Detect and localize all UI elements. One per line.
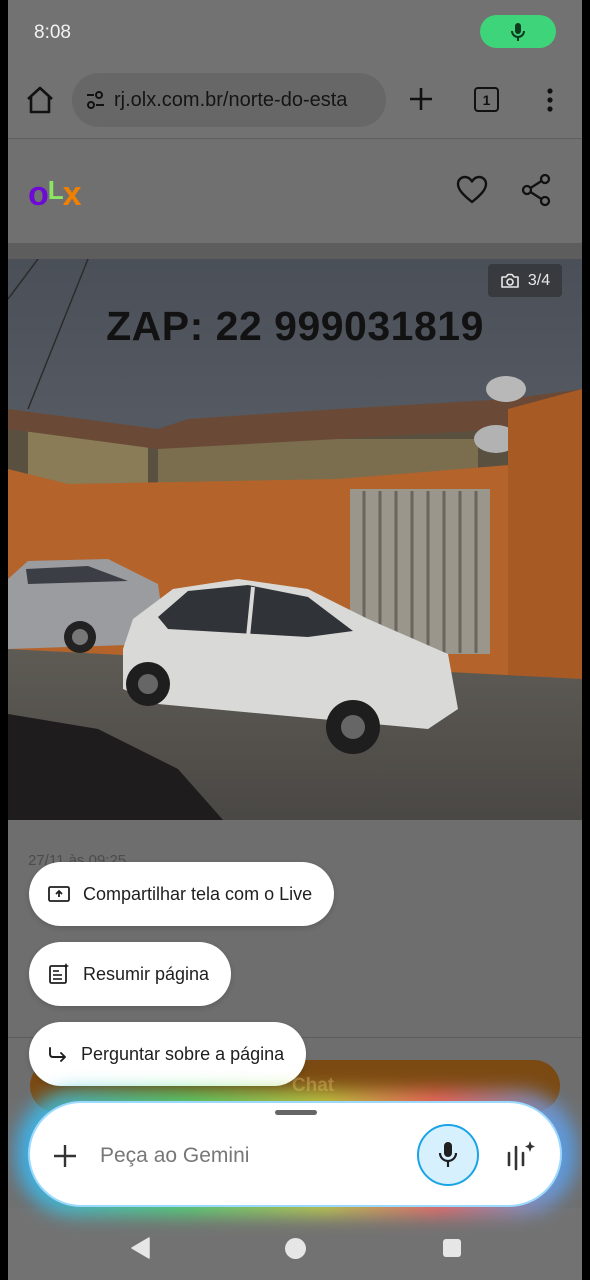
logo-letter-x: x (62, 175, 82, 213)
gemini-prompt-placeholder[interactable]: Peça ao Gemini (100, 1144, 249, 1168)
browser-toolbar: rj.olx.com.br/norte-do-esta 1 (8, 66, 582, 138)
header-spacer (8, 243, 582, 259)
tab-switcher-button[interactable]: 1 (474, 87, 499, 112)
olx-logo[interactable]: oLx (28, 175, 82, 214)
url-text: rj.olx.com.br/norte-do-esta (114, 88, 348, 111)
photo-counter-text: 3/4 (527, 271, 551, 289)
suggestion-label: Perguntar sobre a página (81, 1043, 285, 1064)
gemini-input-panel[interactable]: Peça ao Gemini (28, 1101, 562, 1207)
live-icon[interactable] (504, 1139, 536, 1171)
mic-icon (438, 1142, 458, 1167)
recents-icon[interactable] (443, 1239, 461, 1257)
logo-letter-o: o (28, 175, 49, 213)
logo-letter-l: L (47, 175, 64, 205)
suggestion-ask-about-page[interactable]: Perguntar sobre a página (29, 1022, 307, 1086)
suggestion-share-screen-live[interactable]: Compartilhar tela com o Live (29, 862, 335, 926)
ask-arrow-icon (49, 1047, 66, 1062)
summarize-icon (49, 963, 69, 984)
address-bar[interactable]: rj.olx.com.br/norte-do-esta (72, 73, 386, 127)
suggestion-label: Compartilhar tela com o Live (83, 883, 313, 904)
share-icon[interactable] (520, 173, 552, 207)
home-icon[interactable] (24, 84, 56, 116)
suggestion-label: Resumir página (83, 963, 210, 984)
more-vert-icon[interactable] (538, 84, 562, 116)
home-icon[interactable] (285, 1238, 306, 1259)
photo-counter: 3/4 (488, 264, 562, 297)
mic-icon (511, 22, 525, 41)
mic-active-indicator[interactable] (480, 15, 556, 48)
system-nav-bar (8, 1208, 582, 1280)
status-bar: 8:08 (8, 0, 582, 66)
screen-share-icon (48, 886, 70, 902)
frame-edge-right (582, 0, 590, 1280)
tune-icon[interactable] (84, 89, 106, 111)
plus-icon[interactable] (52, 1143, 78, 1169)
heart-icon[interactable] (456, 175, 488, 205)
new-tab-plus-icon[interactable] (406, 84, 436, 114)
suggestion-summarize-page[interactable]: Resumir página (29, 942, 232, 1006)
site-header: oLx (8, 139, 582, 243)
sheet-drag-handle[interactable] (275, 1110, 317, 1115)
gemini-mic-button[interactable] (417, 1124, 479, 1186)
camera-icon (501, 273, 519, 288)
photo-caption-text: ZAP: 22 999031819 (106, 303, 484, 349)
listing-photo[interactable]: ZAP: 22 999031819 3/4 (8, 259, 582, 820)
back-icon[interactable] (130, 1237, 152, 1259)
status-time: 8:08 (34, 22, 71, 43)
frame-edge-left (0, 0, 8, 1280)
